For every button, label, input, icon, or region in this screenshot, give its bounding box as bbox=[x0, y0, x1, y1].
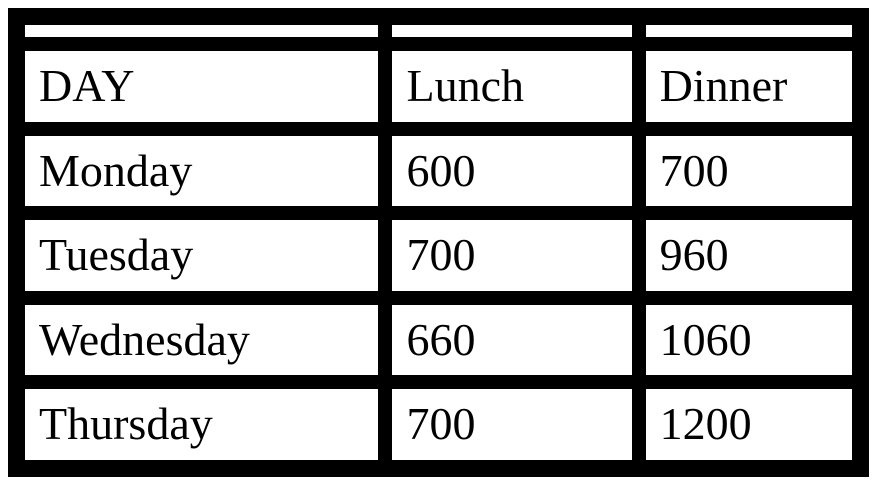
cell-day: Tuesday bbox=[22, 217, 381, 294]
cell-lunch: 700 bbox=[389, 217, 634, 294]
cell-day: Wednesday bbox=[22, 302, 381, 379]
table-row: Thursday 700 1200 bbox=[22, 386, 855, 463]
table-row: Wednesday 660 1060 bbox=[22, 302, 855, 379]
header-lunch: Lunch bbox=[389, 48, 634, 125]
cell-dinner: 700 bbox=[643, 133, 855, 210]
cell-dinner: 1060 bbox=[643, 302, 855, 379]
spacer-row bbox=[22, 22, 855, 40]
cell-lunch: 700 bbox=[389, 386, 634, 463]
data-table-container: DAY Lunch Dinner Monday 600 700 Tuesday … bbox=[8, 8, 869, 477]
spacer-cell bbox=[389, 22, 634, 40]
cell-lunch: 600 bbox=[389, 133, 634, 210]
cell-day: Monday bbox=[22, 133, 381, 210]
cell-dinner: 960 bbox=[643, 217, 855, 294]
header-dinner: Dinner bbox=[643, 48, 855, 125]
spacer-cell bbox=[643, 22, 855, 40]
table-row: Monday 600 700 bbox=[22, 133, 855, 210]
table-header-row: DAY Lunch Dinner bbox=[22, 48, 855, 125]
cell-lunch: 660 bbox=[389, 302, 634, 379]
data-table: DAY Lunch Dinner Monday 600 700 Tuesday … bbox=[14, 14, 863, 471]
cell-day: Thursday bbox=[22, 386, 381, 463]
header-day: DAY bbox=[22, 48, 381, 125]
table-row: Tuesday 700 960 bbox=[22, 217, 855, 294]
cell-dinner: 1200 bbox=[643, 386, 855, 463]
spacer-cell bbox=[22, 22, 381, 40]
